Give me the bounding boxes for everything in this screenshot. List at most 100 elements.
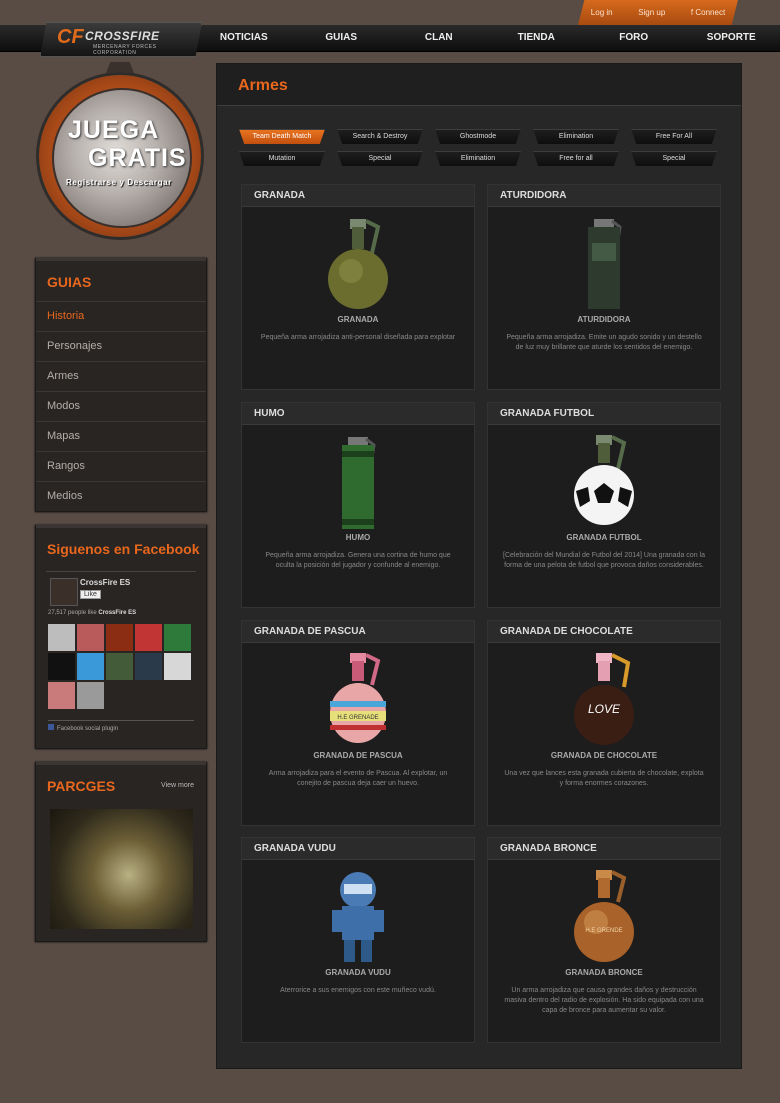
account-links: Log in Sign up f Connect [578, 0, 738, 25]
fan-avatar[interactable] [135, 624, 162, 651]
nav-menu: NOTICIAS GUIAS CLAN TIENDA FORO SOPORTE [195, 25, 780, 51]
card-name: GRANADA FUTBOL [566, 533, 642, 542]
weapon-card[interactable]: GRANADA BRONCE H.E GRENDE GRANADA BRONCE… [487, 837, 721, 1043]
fan-avatar[interactable] [77, 624, 104, 651]
filter-special[interactable]: Special [337, 151, 423, 166]
fan-avatar[interactable] [48, 653, 75, 680]
fan-avatar[interactable] [135, 653, 162, 680]
fan-avatar[interactable] [48, 624, 75, 651]
card-name: GRANADA BRONCE [565, 968, 643, 977]
nav-item-tienda[interactable]: TIENDA [488, 25, 586, 51]
card-header: GRANADA DE CHOCOLATE [488, 621, 720, 643]
filter-mutation[interactable]: Mutation [239, 151, 325, 166]
facebook-icon [48, 724, 54, 730]
badge-line1: JUEGA [68, 116, 160, 144]
card-header: GRANADA FUTBOL [488, 403, 720, 425]
chocolate-label: LOVE [588, 702, 621, 716]
card-name: ATURDIDORA [577, 315, 631, 324]
panel-edge [36, 761, 206, 765]
panel-edge [36, 257, 206, 261]
nav-item-guias[interactable]: GUIAS [293, 25, 391, 51]
card-header: GRANADA VUDU [242, 838, 474, 860]
sidebar-item-historia[interactable]: Historia [36, 301, 206, 331]
filter-free-for-all[interactable]: Free For All [631, 129, 717, 144]
sidebar-item-armes[interactable]: Armes [36, 361, 206, 391]
weapon-card[interactable]: GRANADA FUTBOL GRANADA FUTBOL [Celebraci… [487, 402, 721, 608]
card-description: Una vez que lances esta granada cubierta… [504, 770, 704, 787]
like-count-page[interactable]: CrossFire ES [98, 610, 136, 616]
fan-avatar[interactable] [48, 682, 75, 709]
filter-free-for-all-2[interactable]: Free for all [533, 151, 619, 166]
fan-avatar[interactable] [106, 653, 133, 680]
voodoo-doll-image [308, 866, 408, 966]
weapon-card[interactable]: GRANADA DE CHOCOLATE LOVE GRANADA DE CHO… [487, 620, 721, 826]
card-description: Pequeña arma arrojadiza. Genera una cort… [265, 552, 451, 569]
fan-avatar[interactable] [164, 624, 191, 651]
card-name: HUMO [345, 533, 371, 542]
parcges-artwork[interactable] [50, 809, 193, 929]
parcges-panel: PARCGES View more [35, 761, 207, 942]
sidebar-item-personajes[interactable]: Personajes [36, 331, 206, 361]
weapon-card[interactable]: GRANADA VUDU GRANADA VUDU Aterrorice a s… [241, 837, 475, 1043]
card-description: Pequeña arma arrojadiza anti-personal di… [260, 334, 456, 341]
sidebar-item-mapas[interactable]: Mapas [36, 421, 206, 451]
weapon-card[interactable]: GRANADA GRANADA Pequeña arma arrojadiza … [241, 184, 475, 390]
login-link[interactable]: Log in [591, 8, 613, 17]
card-name: GRANADA DE PASCUA [313, 751, 403, 760]
card-header: ATURDIDORA [488, 185, 720, 207]
facebook-title: Siguenos en Facebook [47, 541, 200, 557]
sidebar-item-modos[interactable]: Modos [36, 391, 206, 421]
nav-item-noticias[interactable]: NOTICIAS [195, 25, 293, 51]
register-download-link[interactable]: Registrarse y Descargar [66, 178, 172, 187]
filter-team-death-match[interactable]: Team Death Match [239, 129, 325, 144]
card-description: Un arma arrojadiza que causa grandes dañ… [504, 987, 704, 1014]
stun-canister-image [554, 213, 654, 313]
card-header: GRANADA [242, 185, 474, 207]
card-description: Aterrorice a sus enemigos con este muñec… [280, 987, 436, 994]
parcges-title: PARCGES [47, 778, 116, 794]
fan-avatar[interactable] [164, 653, 191, 680]
badge-line2: GRATIS [88, 144, 187, 172]
nav-item-foro[interactable]: FORO [585, 25, 683, 51]
signup-link[interactable]: Sign up [638, 8, 665, 17]
logo-text: CROSSFIRE [85, 29, 160, 43]
sidebar-item-medios[interactable]: Medios [36, 481, 206, 511]
cf-logo-mark: CF [57, 26, 84, 48]
nav-item-soporte[interactable]: SOPORTE [683, 25, 780, 51]
fan-avatar[interactable] [77, 653, 104, 680]
card-header: GRANADA DE PASCUA [242, 621, 474, 643]
filter-elimination[interactable]: Elimination [533, 129, 619, 144]
play-free-badge[interactable]: JUEGA GRATIS Registrarse y Descargar [36, 62, 206, 242]
weapon-card[interactable]: HUMO HUMO Pequeña arma arrojadiza. Gener… [241, 402, 475, 608]
content-header: Armes [217, 64, 741, 106]
card-name: GRANADA DE CHOCOLATE [550, 751, 658, 760]
panel-edge [36, 524, 206, 528]
page-title: Armes [238, 77, 288, 94]
facebook-connect-link[interactable]: f Connect [691, 8, 725, 17]
filter-search-destroy[interactable]: Search & Destroy [337, 129, 423, 144]
card-name: GRANADA VUDU [325, 968, 391, 977]
filter-special-2[interactable]: Special [631, 151, 717, 166]
fan-faces [48, 624, 198, 709]
logo-subtitle: MERCENARY FORCES CORPORATION [93, 44, 157, 56]
weapon-card[interactable]: GRANADA DE PASCUA H.E GRENADE GRANADA DE… [241, 620, 475, 826]
guias-title: GUIAS [47, 274, 92, 290]
page-name[interactable]: CrossFire ES [80, 578, 130, 587]
weapon-card[interactable]: ATURDIDORA ATURDIDORA Pequeña arma arroj… [487, 184, 721, 390]
view-more-link[interactable]: View more [161, 782, 194, 789]
fan-avatar[interactable] [106, 624, 133, 651]
weapons-content: Armes Team Death Match Search & Destroy … [216, 63, 742, 1069]
like-button[interactable]: Like [80, 590, 101, 599]
easter-label: H.E GRENADE [337, 715, 378, 721]
filter-ghostmode[interactable]: Ghostmode [435, 129, 521, 144]
guias-menu: Historia Personajes Armes Modos Mapas Ra… [36, 301, 206, 511]
nav-item-clan[interactable]: CLAN [390, 25, 488, 51]
mode-filters: Team Death Match Search & Destroy Ghostm… [239, 129, 724, 166]
fan-avatar[interactable] [77, 682, 104, 709]
sidebar-item-rangos[interactable]: Rangos [36, 451, 206, 481]
page-avatar[interactable] [50, 578, 78, 606]
crossfire-logo[interactable]: CF CROSSFIRE MERCENARY FORCES CORPORATIO… [40, 22, 202, 57]
grenade-image [308, 213, 408, 313]
filter-elimination-2[interactable]: Elimination [435, 151, 521, 166]
easter-grenade-image: H.E GRENADE [308, 649, 408, 749]
